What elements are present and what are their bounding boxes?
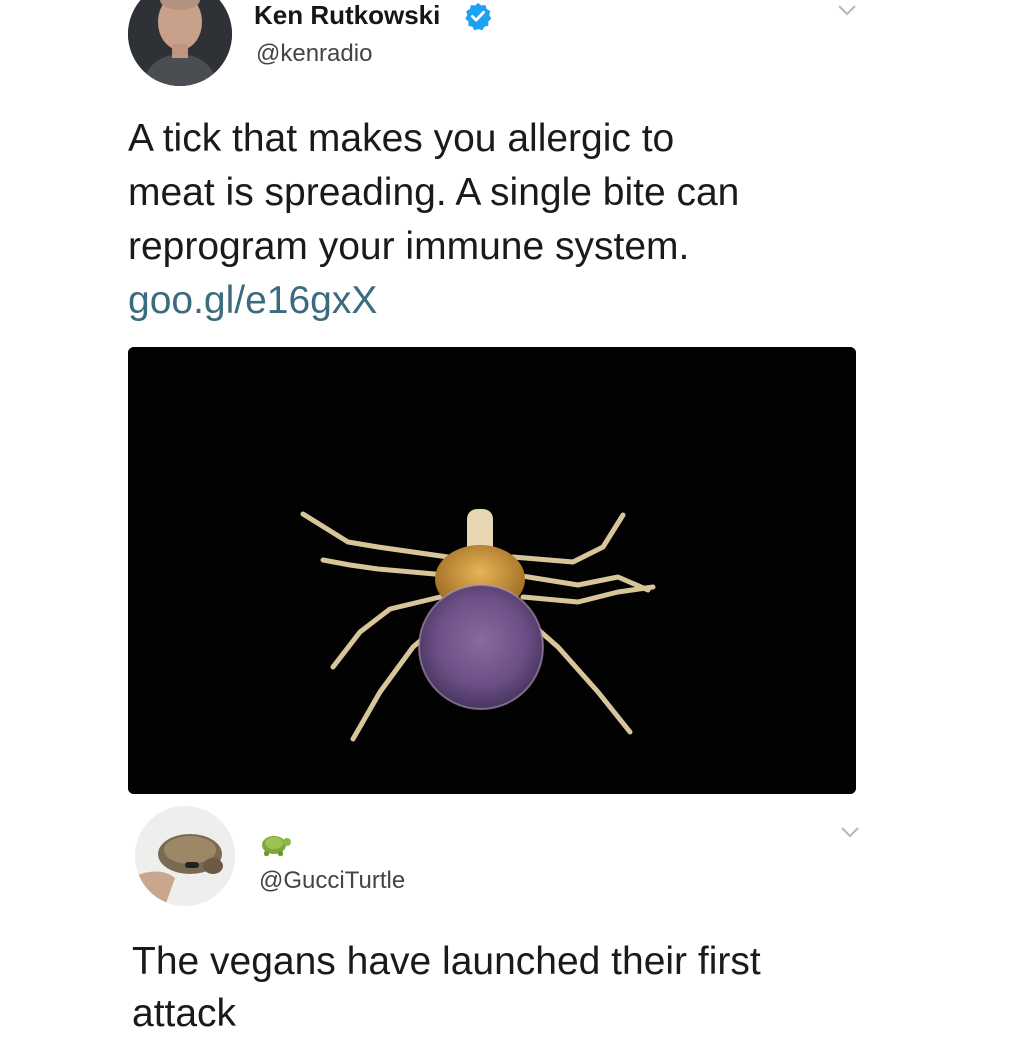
chevron-down-icon[interactable] [839, 824, 861, 840]
reply-text-line: The vegans have launched their first [132, 940, 761, 983]
avatar-photo [135, 806, 235, 906]
tweet-text: A tick that makes you allergic to meat i… [128, 112, 848, 328]
tweet-text-line: meat is spreading. A single bite can [128, 171, 740, 214]
reply-author-handle[interactable]: @GucciTurtle [259, 867, 405, 895]
tick-photo [128, 347, 856, 794]
author-avatar[interactable] [128, 0, 232, 86]
chevron-down-icon[interactable] [836, 2, 858, 18]
author-name[interactable]: Ken Rutkowski [254, 0, 440, 31]
reply-text: The vegans have launched their first att… [132, 936, 892, 1040]
verified-badge-icon [465, 2, 492, 31]
tweet-link[interactable]: goo.gl/e16gxX [128, 274, 848, 328]
reply-author-avatar[interactable] [135, 806, 235, 906]
avatar-photo [128, 0, 232, 86]
tweet-text-line: reprogram your immune system. [128, 225, 690, 268]
author-handle[interactable]: @kenradio [256, 40, 372, 68]
tweet-media[interactable] [128, 347, 856, 794]
reply-text-line: attack [132, 992, 237, 1035]
turtle-emoji-icon [262, 836, 291, 856]
tweet-text-line: A tick that makes you allergic to [128, 117, 675, 160]
